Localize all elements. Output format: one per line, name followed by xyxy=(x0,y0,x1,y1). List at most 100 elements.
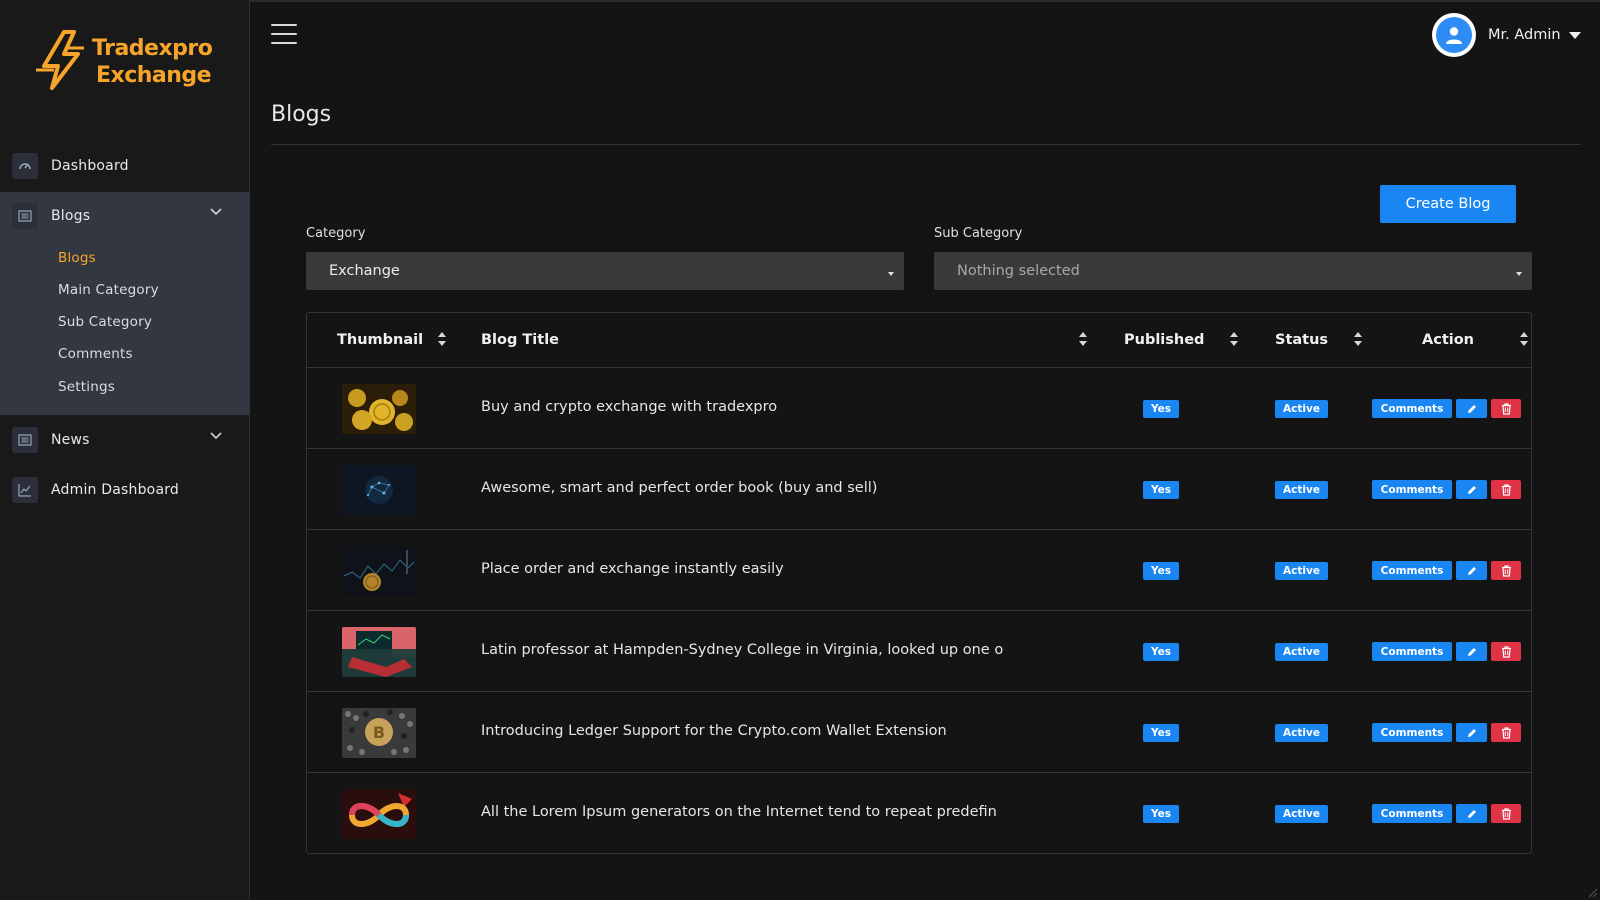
edit-button[interactable] xyxy=(1456,480,1487,499)
submenu-item-settings[interactable]: Settings xyxy=(58,379,115,395)
submenu-item-blogs[interactable]: Blogs xyxy=(58,250,96,266)
caret-down-icon xyxy=(1568,31,1581,39)
submenu-item-comments[interactable]: Comments xyxy=(58,346,133,362)
pencil-icon xyxy=(1467,728,1476,737)
blog-title: Buy and crypto exchange with tradexpro xyxy=(481,399,778,415)
trash-icon xyxy=(1501,645,1511,658)
list-icon xyxy=(12,203,38,229)
published-badge: Yes xyxy=(1143,400,1179,418)
status-badge: Active xyxy=(1275,481,1328,499)
trash-icon xyxy=(1501,402,1511,415)
table-row: B Introducing Ledger Support for the Cry… xyxy=(307,692,1531,773)
column-header-status[interactable]: Status xyxy=(1275,332,1328,348)
blog-thumbnail xyxy=(342,789,416,839)
sidebar: Tradexpro Exchange Dashboard Blogs Blogs… xyxy=(0,0,250,900)
pencil-icon xyxy=(1467,809,1476,818)
column-header-blog-title[interactable]: Blog Title xyxy=(481,332,559,348)
svg-text:B: B xyxy=(373,723,385,742)
trash-icon xyxy=(1501,807,1511,820)
menu-toggle-button[interactable] xyxy=(271,24,297,46)
create-blog-button[interactable]: Create Blog xyxy=(1380,185,1516,223)
sidebar-item-label: Blogs xyxy=(51,208,91,224)
subcategory-label: Sub Category xyxy=(934,226,1023,241)
chevron-down-icon xyxy=(210,432,222,440)
published-badge: Yes xyxy=(1143,643,1179,661)
blog-title: Awesome, smart and perfect order book (b… xyxy=(481,480,878,496)
delete-button[interactable] xyxy=(1491,642,1521,661)
delete-button[interactable] xyxy=(1491,480,1521,499)
blogs-table: Thumbnail Blog Title Published Status Ac… xyxy=(306,312,1532,854)
caret-down-icon xyxy=(888,272,894,276)
column-header-published[interactable]: Published xyxy=(1124,332,1204,348)
user-icon xyxy=(1436,17,1472,53)
category-label: Category xyxy=(306,226,366,241)
edit-button[interactable] xyxy=(1456,723,1487,742)
lightning-logo-icon xyxy=(36,30,84,90)
sort-icon[interactable] xyxy=(1078,331,1088,347)
table-row: Latin professor at Hampden-Sydney Colleg… xyxy=(307,611,1531,692)
resize-grip-icon[interactable] xyxy=(1586,886,1598,898)
chart-line-icon xyxy=(12,477,38,503)
submenu-item-main-category[interactable]: Main Category xyxy=(58,282,159,298)
delete-button[interactable] xyxy=(1491,723,1521,742)
table-row: Place order and exchange instantly easil… xyxy=(307,530,1531,611)
sort-icon[interactable] xyxy=(1229,331,1239,347)
table-row: All the Lorem Ipsum generators on the In… xyxy=(307,773,1531,854)
trash-icon xyxy=(1501,726,1511,739)
subcategory-select[interactable]: Nothing selected xyxy=(934,252,1532,290)
pencil-icon xyxy=(1467,404,1476,413)
speedometer-icon xyxy=(12,153,38,179)
category-select[interactable]: Exchange xyxy=(306,252,904,290)
comments-button[interactable]: Comments xyxy=(1372,642,1452,661)
column-header-action[interactable]: Action xyxy=(1422,332,1474,348)
published-badge: Yes xyxy=(1143,562,1179,580)
brand-logo[interactable]: Tradexpro Exchange xyxy=(34,30,224,94)
delete-button[interactable] xyxy=(1491,399,1521,418)
blog-thumbnail: B xyxy=(342,708,416,758)
table-row: Awesome, smart and perfect order book (b… xyxy=(307,449,1531,530)
chevron-down-icon xyxy=(210,208,222,216)
edit-button[interactable] xyxy=(1456,642,1487,661)
trash-icon xyxy=(1501,564,1511,577)
delete-button[interactable] xyxy=(1491,561,1521,580)
column-header-thumbnail[interactable]: Thumbnail xyxy=(337,332,423,348)
sort-icon[interactable] xyxy=(1353,331,1363,347)
status-badge: Active xyxy=(1275,805,1328,823)
comments-button[interactable]: Comments xyxy=(1372,804,1452,823)
divider xyxy=(271,144,1581,145)
list-icon xyxy=(12,427,38,453)
comments-button[interactable]: Comments xyxy=(1372,399,1452,418)
sidebar-item-label: Dashboard xyxy=(51,158,129,174)
delete-button[interactable] xyxy=(1491,804,1521,823)
blog-thumbnail xyxy=(342,546,416,596)
sidebar-item-dashboard[interactable]: Dashboard xyxy=(0,142,250,190)
blog-thumbnail xyxy=(342,384,416,434)
trash-icon xyxy=(1501,483,1511,496)
hamburger-line xyxy=(271,24,297,26)
submenu-item-sub-category[interactable]: Sub Category xyxy=(58,314,152,330)
sort-icon[interactable] xyxy=(437,331,447,347)
edit-button[interactable] xyxy=(1456,561,1487,580)
edit-button[interactable] xyxy=(1456,804,1487,823)
sidebar-item-label: News xyxy=(51,432,90,448)
comments-button[interactable]: Comments xyxy=(1372,561,1452,580)
sidebar-item-blogs[interactable]: Blogs xyxy=(0,192,250,240)
comments-button[interactable]: Comments xyxy=(1372,723,1452,742)
comments-button[interactable]: Comments xyxy=(1372,480,1452,499)
hamburger-line xyxy=(271,33,297,35)
published-badge: Yes xyxy=(1143,481,1179,499)
pencil-icon xyxy=(1467,647,1476,656)
edit-button[interactable] xyxy=(1456,399,1487,418)
pencil-icon xyxy=(1467,566,1476,575)
sidebar-item-admin-dashboard[interactable]: Admin Dashboard xyxy=(0,466,250,514)
published-badge: Yes xyxy=(1143,805,1179,823)
published-badge: Yes xyxy=(1143,724,1179,742)
user-menu[interactable]: Mr. Admin xyxy=(1432,13,1581,57)
sort-icon[interactable] xyxy=(1519,331,1529,347)
status-badge: Active xyxy=(1275,562,1328,580)
caret-down-icon xyxy=(1516,272,1522,276)
status-badge: Active xyxy=(1275,400,1328,418)
sidebar-item-news[interactable]: News xyxy=(0,416,250,464)
blog-thumbnail xyxy=(342,627,416,677)
category-selected-value: Exchange xyxy=(329,263,400,279)
